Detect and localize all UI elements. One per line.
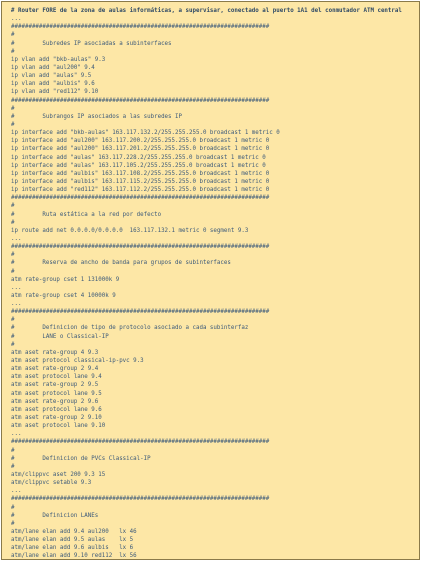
code-line: ...	[11, 301, 22, 308]
code-line: ip interface add "aul200" 163.117.200.2/…	[11, 138, 270, 145]
code-line: ip interface add "aul200" 163.117.201.2/…	[11, 146, 270, 153]
code-line: ########################################…	[11, 309, 270, 316]
code-line: atm aset rate-group 4 9.3	[11, 349, 99, 356]
code-line: ########################################…	[11, 97, 270, 104]
code-line: #	[11, 317, 15, 324]
code-line: ...	[11, 235, 22, 242]
code-line: ip vlan add "bkb-aulas" 9.3	[11, 56, 106, 63]
code-line: atm aset rate-group 2 9.5	[11, 382, 99, 389]
code-line: ...	[11, 431, 22, 438]
code-line: # Definicion de tipo de protocolo asocia…	[11, 325, 249, 332]
code-line: ########################################…	[11, 439, 270, 446]
code-line: # Definicion de PVCs Classical-IP	[11, 455, 151, 462]
code-line: ip route add net 0.0.0.0/0.0.0.0 163.117…	[11, 227, 249, 234]
code-line: ip interface add "aulbis" 163.117.115.2/…	[11, 178, 270, 185]
code-line: ########################################…	[11, 195, 270, 202]
code-listing-panel: # Router FORE de la zona de aulas inform…	[1, 1, 420, 560]
code-line: atm/lane elan add 9.5 aulas lx 5	[11, 537, 134, 544]
code-line: #	[11, 504, 15, 511]
code-line: ip interface add "red112" 163.117.112.2/…	[11, 187, 270, 194]
code-line: #	[11, 121, 15, 128]
code-line: #	[11, 520, 15, 527]
code-line: atm/clippvc setable 9.3	[11, 480, 92, 487]
code-line: ip vlan add "aul200" 9.4	[11, 64, 95, 71]
code-line: atm rate-group cset 1 131000k 9	[11, 276, 120, 283]
code-line: atm aset protocol lane 9.6	[11, 406, 102, 413]
code-line: atm aset rate-group 2 9.10	[11, 415, 102, 422]
code-line: ip vlan add "aulbis" 9.6	[11, 81, 95, 88]
code-line: atm/lane elan add 9.4 aul200 lx 46	[11, 529, 137, 535]
code-line: # Subrangos IP asociados a las subredes …	[11, 113, 183, 120]
code-line: # Ruta estática a la red por defecto	[11, 211, 162, 218]
code-line: #	[11, 32, 15, 39]
code-line: #	[11, 203, 15, 210]
code-line: atm/lane elan add 9.6 aulbis lx 6	[11, 545, 134, 552]
code-line: # Subredes IP asociadas a subinterfaces	[11, 40, 172, 47]
code-line: ip interface add "bkb-aulas" 163.117.132…	[11, 130, 280, 137]
code-line: #	[11, 268, 15, 275]
code-line: ########################################…	[11, 24, 270, 31]
code-line: # LANE o Classical-IP	[11, 333, 109, 340]
code-line: ...	[11, 16, 22, 23]
code-line: atm/clippvc aset 200 9.3 15	[11, 472, 106, 479]
code-line: atm aset protocol lane 9.5	[11, 390, 102, 397]
router-config-listing: # Router FORE de la zona de aulas inform…	[2, 2, 419, 560]
code-line: ip interface add "aulas" 163.117.228.2/2…	[11, 154, 266, 161]
code-line: #	[11, 48, 15, 55]
code-line: # Reserva de ancho de banda para grupos …	[11, 260, 231, 267]
code-line: ...	[11, 284, 22, 291]
code-line: # Definicion LANEs	[11, 512, 99, 519]
code-line: ########################################…	[11, 496, 270, 503]
code-line: atm aset protocol lane 9.10	[11, 423, 106, 430]
code-line: ip interface add "aulbis" 163.117.108.2/…	[11, 170, 270, 177]
code-line: atm rate-group cset 4 10000k 9	[11, 292, 116, 299]
code-line: ip vlan add "red112" 9.10	[11, 89, 99, 96]
code-line: #	[11, 463, 15, 470]
code-line: ########################################…	[11, 244, 270, 251]
code-line: atm aset protocol classical-ip-pvc 9.3	[11, 358, 144, 365]
code-line: #	[11, 219, 15, 226]
code-line: ip vlan add "aulas" 9.5	[11, 73, 92, 80]
code-line: atm aset rate-group 2 9.4	[11, 366, 99, 373]
code-line: atm/lane elan add 9.10 red112 lx 56	[11, 553, 137, 560]
code-line: atm aset rate-group 2 9.6	[11, 398, 99, 405]
code-line: atm aset protocol lane 9.4	[11, 374, 102, 381]
code-line: #	[11, 341, 15, 348]
listing-header-line: # Router FORE de la zona de aulas inform…	[11, 8, 402, 14]
code-line: #	[11, 447, 15, 454]
code-line: ...	[11, 488, 22, 495]
code-line: #	[11, 105, 15, 112]
code-line: ip interface add "aulas" 163.117.105.2/2…	[11, 162, 266, 169]
code-line: #	[11, 252, 15, 259]
